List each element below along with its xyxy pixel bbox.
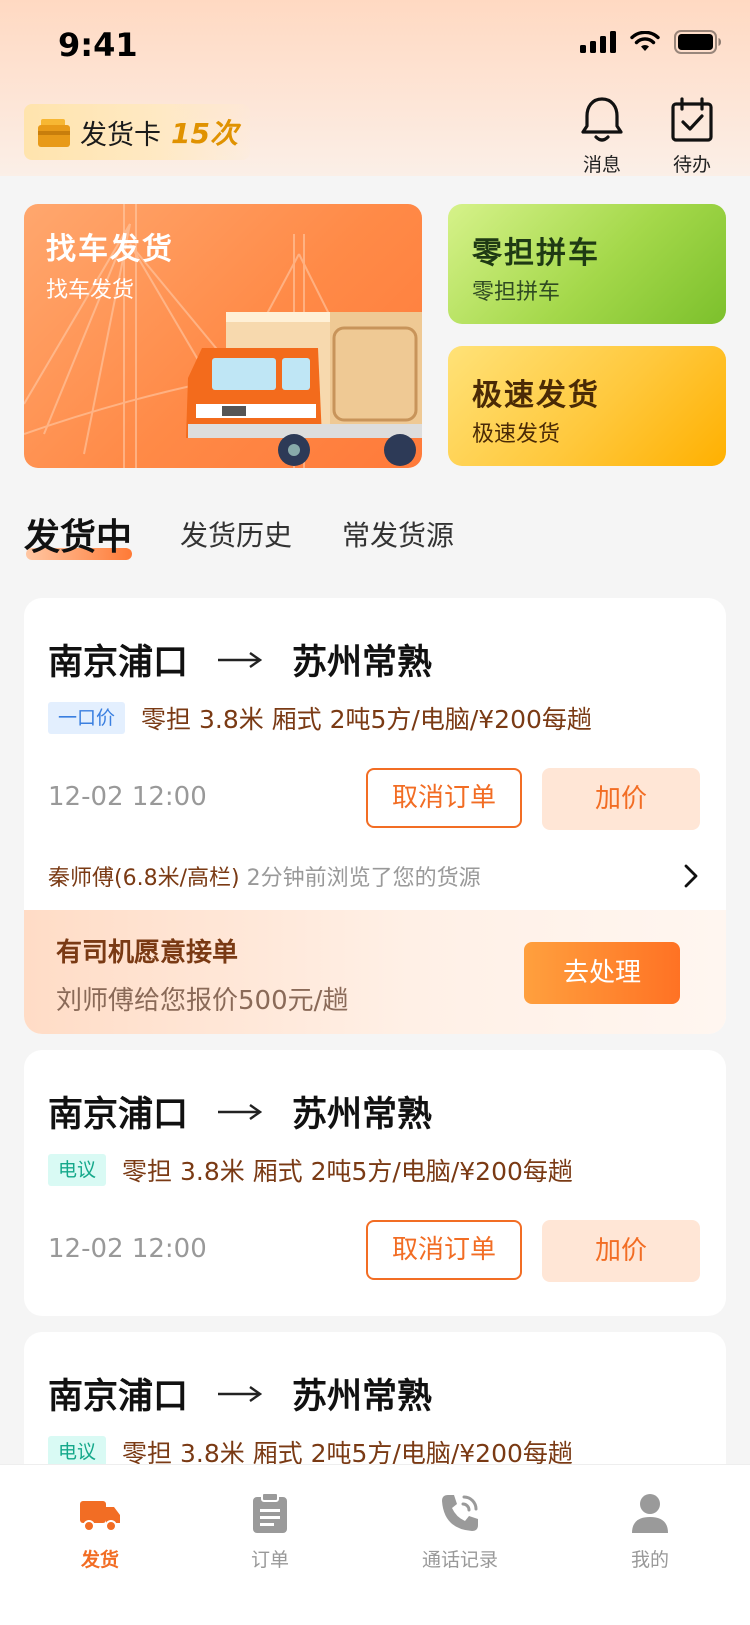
viewer-action: 2分钟前浏览了您的货源: [246, 866, 481, 891]
message-button[interactable]: 消息: [572, 96, 632, 177]
clipboard-icon: [253, 1493, 287, 1533]
cancel-order-button[interactable]: 取消订单: [366, 1220, 522, 1280]
raise-price-button[interactable]: 加价: [542, 768, 700, 830]
tabbar-label: 我的: [630, 1549, 669, 1571]
route: 南京浦口 苏州常熟: [48, 1368, 432, 1419]
express-subtitle: 极速发货: [472, 422, 561, 447]
wallet-icon: [38, 119, 70, 147]
truck-icon: [80, 1501, 120, 1532]
route-origin: 南京浦口: [48, 643, 189, 683]
tabbar-item-orders[interactable]: 订单: [210, 1487, 330, 1572]
todo-label: 待办: [672, 154, 711, 176]
driver-view-notice[interactable]: 秦师傅(6.8米/高栏) 2分钟前浏览了您的货源: [48, 860, 481, 892]
price-tag: 一口价: [48, 702, 126, 734]
tabbar-label: 订单: [250, 1549, 289, 1571]
bottom-tab-bar: 发货 订单 通话记录 我的: [0, 1464, 750, 1625]
order-detail-text: 零担 3.8米 厢式 2吨5方/电脑/¥200每趟: [122, 1157, 573, 1186]
route: 南京浦口 苏州常熟: [48, 634, 432, 685]
delivery-card-label: 发货卡: [80, 119, 161, 151]
status-icons: [580, 30, 722, 54]
driver-offer-title: 有司机愿意接单: [56, 938, 239, 968]
driver-offer-panel: 有司机愿意接单 刘师傅给您报价500元/趟 去处理: [24, 910, 726, 1034]
ltl-title: 零担拼车: [472, 236, 600, 271]
route-destination: 苏州常熟: [292, 643, 433, 683]
status-bar: 9:41: [0, 0, 750, 90]
tabbar-item-call-log[interactable]: 通话记录: [400, 1487, 520, 1572]
handle-offer-button[interactable]: 去处理: [524, 942, 680, 1004]
ltl-banner[interactable]: 零担拼车 零担拼车: [448, 204, 726, 324]
order-detail: 一口价 零担 3.8米 厢式 2吨5方/电脑/¥200每趟: [48, 700, 592, 736]
order-detail: 电议 零担 3.8米 厢式 2吨5方/电脑/¥200每趟: [48, 1152, 573, 1188]
order-date: 12-02 12:00: [48, 782, 207, 812]
order-card[interactable]: 南京浦口 苏州常熟 一口价 零担 3.8米 厢式 2吨5方/电脑/¥200每趟 …: [24, 598, 726, 1034]
route: 南京浦口 苏州常熟: [48, 1086, 432, 1137]
find-truck-title: 找车发货: [46, 232, 174, 267]
ltl-subtitle: 零担拼车: [472, 280, 561, 305]
delivery-card-count: 15次: [171, 117, 238, 150]
viewer-driver: 秦师傅(6.8米/高栏): [48, 866, 240, 891]
arrow-right-icon: [218, 1385, 263, 1402]
person-icon: [632, 1494, 668, 1533]
phone-icon: [442, 1495, 478, 1531]
message-label: 消息: [582, 154, 621, 176]
todo-button[interactable]: 待办: [662, 96, 722, 177]
route-origin: 南京浦口: [48, 1377, 189, 1417]
status-time: 9:41: [58, 26, 138, 64]
battery-icon: [674, 30, 721, 54]
find-truck-subtitle: 找车发货: [46, 278, 135, 303]
chevron-right-icon[interactable]: [684, 864, 698, 888]
tabbar-item-ship[interactable]: 发货: [40, 1487, 160, 1572]
arrow-right-icon: [218, 1103, 263, 1120]
signal-icon: [580, 31, 616, 53]
route-origin: 南京浦口: [48, 1095, 189, 1135]
delivery-card-badge[interactable]: 发货卡 15次: [24, 104, 250, 160]
route-destination: 苏州常熟: [292, 1095, 433, 1135]
price-tag: 电议: [48, 1154, 107, 1186]
cancel-order-button[interactable]: 取消订单: [366, 768, 522, 828]
order-tabs: 发货中 发货历史 常发货源: [24, 508, 724, 568]
tab-frequent-sources[interactable]: 常发货源: [342, 514, 454, 554]
tab-shipping[interactable]: 发货中: [24, 508, 132, 560]
find-truck-banner[interactable]: 找车发货 找车发货: [24, 204, 422, 468]
tabbar-label: 发货: [80, 1549, 119, 1571]
tabbar-item-profile[interactable]: 我的: [590, 1487, 710, 1572]
wifi-icon: [630, 31, 660, 51]
express-title: 极速发货: [472, 378, 600, 413]
driver-offer-text: 刘师傅给您报价500元/趟: [56, 986, 349, 1016]
route-destination: 苏州常熟: [292, 1377, 433, 1417]
bell-icon: [581, 97, 623, 142]
calendar-check-icon: [671, 97, 713, 142]
order-detail-text: 零担 3.8米 厢式 2吨5方/电脑/¥200每趟: [141, 705, 592, 734]
order-card[interactable]: 南京浦口 苏州常熟 电议 零担 3.8米 厢式 2吨5方/电脑/¥200每趟 1…: [24, 1050, 726, 1316]
order-date: 12-02 12:00: [48, 1234, 207, 1264]
tab-history[interactable]: 发货历史: [180, 514, 292, 554]
raise-price-button[interactable]: 加价: [542, 1220, 700, 1282]
arrow-right-icon: [218, 651, 263, 668]
express-banner[interactable]: 极速发货 极速发货: [448, 346, 726, 466]
tabbar-label: 通话记录: [421, 1549, 498, 1571]
truck-illustration: [186, 312, 422, 466]
